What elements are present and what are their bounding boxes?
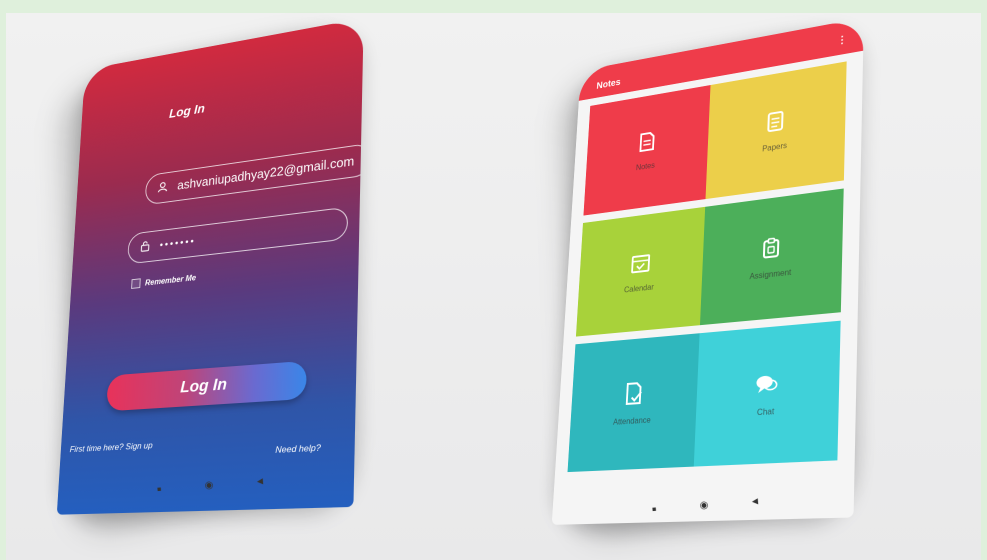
login-button[interactable]: Log In xyxy=(106,360,307,412)
login-title: Log In xyxy=(168,100,206,121)
tile-chat-label: Chat xyxy=(756,406,775,418)
tile-notes[interactable]: Notes xyxy=(583,85,711,216)
chat-icon xyxy=(754,372,779,402)
tile-papers-label: Papers xyxy=(761,140,788,154)
signup-link[interactable]: First time here? Sign up xyxy=(69,440,152,454)
tile-attendance-label: Attendance xyxy=(612,415,651,427)
remember-me[interactable]: Remember Me xyxy=(131,272,196,289)
notes-screen: Notes ⋮ Notes Papers Calendar Assignment… xyxy=(551,17,864,525)
lock-icon xyxy=(139,239,156,255)
help-link[interactable]: Need help? xyxy=(275,442,321,455)
tile-calendar-label: Calendar xyxy=(623,282,654,295)
remember-checkbox[interactable] xyxy=(131,278,141,289)
email-value: ashvaniupadhyay22@gmail.com xyxy=(177,154,355,193)
user-icon xyxy=(157,179,174,196)
password-value: ••••••• xyxy=(159,235,196,251)
tile-assignment[interactable]: Assignment xyxy=(699,188,844,326)
login-phone: Log In ashvaniupadhyay22@gmail.com •••••… xyxy=(40,17,380,515)
home-button[interactable]: ◉ xyxy=(204,479,214,491)
back-button[interactable]: ◀ xyxy=(256,476,263,486)
tile-papers[interactable]: Papers xyxy=(705,61,847,200)
document-icon xyxy=(637,130,656,158)
back-button-2[interactable]: ◀ xyxy=(751,496,758,506)
checklist-icon xyxy=(622,381,644,411)
clipboard-icon xyxy=(760,235,783,265)
overflow-menu-icon[interactable]: ⋮ xyxy=(837,34,847,46)
email-field[interactable]: ashvaniupadhyay22@gmail.com xyxy=(144,142,364,206)
notes-phone: Notes ⋮ Notes Papers Calendar Assignment… xyxy=(535,17,885,530)
tile-assignment-label: Assignment xyxy=(749,267,792,282)
recent-apps-button[interactable]: ■ xyxy=(157,486,162,493)
tile-chat[interactable]: Chat xyxy=(693,320,841,467)
calendar-icon xyxy=(629,251,650,279)
home-button-2[interactable]: ◉ xyxy=(699,499,709,511)
paper-icon xyxy=(765,109,785,138)
login-screen: Log In ashvaniupadhyay22@gmail.com •••••… xyxy=(56,17,364,515)
tile-calendar[interactable]: Calendar xyxy=(575,206,706,337)
app-bar-title: Notes xyxy=(596,77,621,92)
notes-phone-frame: Notes ⋮ Notes Papers Calendar Assignment… xyxy=(551,17,864,525)
login-phone-frame: Log In ashvaniupadhyay22@gmail.com •••••… xyxy=(56,17,364,515)
password-field[interactable]: ••••••• xyxy=(127,206,349,265)
tile-attendance[interactable]: Attendance xyxy=(567,333,700,473)
tile-notes-label: Notes xyxy=(635,160,656,173)
recent-apps-button-2[interactable]: ■ xyxy=(652,506,657,513)
remember-label: Remember Me xyxy=(144,272,197,288)
